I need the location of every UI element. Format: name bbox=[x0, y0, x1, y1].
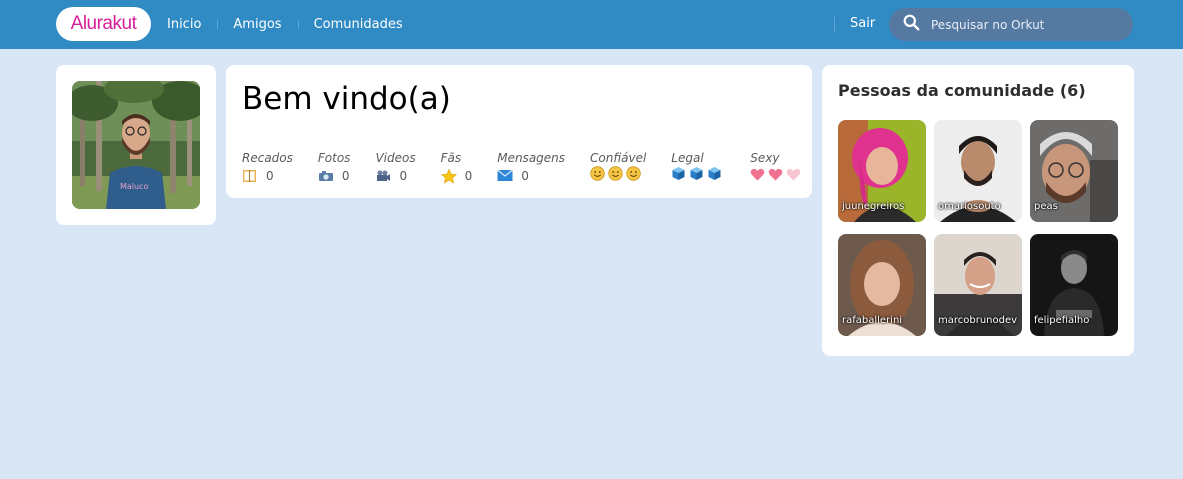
search-box[interactable] bbox=[889, 8, 1133, 41]
nav-amigos-link[interactable]: Amigos bbox=[217, 17, 297, 32]
stat-label: Fotos bbox=[317, 151, 351, 165]
top-bar: Alurakut Inicio Amigos Comunidades Sair bbox=[0, 0, 1183, 49]
person-name: juunegreiros bbox=[842, 201, 905, 212]
rating-sexy[interactable]: Sexy bbox=[750, 151, 804, 184]
stat-mensagens[interactable]: Mensagens 0 bbox=[497, 151, 565, 184]
profile-avatar[interactable]: Maluco bbox=[72, 81, 200, 209]
person-card[interactable]: felipefialho bbox=[1030, 234, 1118, 336]
person-name: peas bbox=[1034, 201, 1058, 212]
stat-value: 0 bbox=[399, 168, 408, 183]
person-card[interactable]: peas bbox=[1030, 120, 1118, 222]
cube-icon bbox=[707, 166, 722, 185]
rating-label: Sexy bbox=[750, 151, 780, 165]
stat-label: Fãs bbox=[440, 151, 462, 165]
smiley-icon bbox=[626, 166, 641, 185]
stat-videos[interactable]: Videos 0 bbox=[375, 151, 415, 184]
heart-icon bbox=[768, 166, 783, 185]
profile-card: Maluco bbox=[56, 65, 216, 225]
svg-text:Maluco: Maluco bbox=[120, 182, 148, 191]
envelope-icon bbox=[497, 169, 514, 183]
person-name: omariosouto bbox=[938, 201, 1001, 212]
person-card[interactable]: omariosouto bbox=[934, 120, 1022, 222]
nav-inicio-link[interactable]: Inicio bbox=[151, 17, 217, 32]
person-name: felipefialho bbox=[1034, 315, 1090, 326]
cube-icon bbox=[689, 166, 704, 185]
alurakut-logo[interactable]: Alurakut bbox=[56, 7, 151, 41]
main-nav: Inicio Amigos Comunidades bbox=[151, 0, 419, 49]
camera-icon bbox=[318, 169, 333, 183]
stat-label: Recados bbox=[242, 151, 293, 165]
rating-confiavel[interactable]: Confiável bbox=[590, 151, 646, 184]
person-name: marcobrunodev bbox=[938, 315, 1018, 326]
stat-value: 0 bbox=[521, 168, 529, 183]
stat-fotos[interactable]: Fotos 0 bbox=[318, 151, 351, 184]
stat-label: Mensagens bbox=[497, 151, 566, 165]
smiley-icon bbox=[608, 166, 623, 185]
stat-label: Videos bbox=[375, 151, 416, 165]
stat-value: 0 bbox=[266, 168, 274, 183]
community-title: Pessoas da comunidade (6) bbox=[838, 81, 1086, 100]
heart-icon bbox=[750, 166, 765, 185]
search-icon[interactable] bbox=[903, 14, 920, 35]
person-card[interactable]: marcobrunodev bbox=[934, 234, 1022, 336]
video-camera-icon bbox=[375, 169, 391, 183]
heart-empty-icon bbox=[786, 166, 801, 185]
person-card[interactable]: rafaballerini bbox=[838, 234, 926, 336]
smiley-icon bbox=[590, 166, 605, 185]
rating-legal[interactable]: Legal bbox=[671, 151, 725, 184]
star-icon bbox=[440, 168, 457, 184]
search-input[interactable] bbox=[931, 17, 1121, 32]
community-people-grid: juunegreiros omariosouto peas rafaballer… bbox=[838, 120, 1118, 336]
nav-divider bbox=[834, 17, 835, 32]
logout-link[interactable]: Sair bbox=[850, 16, 875, 31]
rating-label: Legal bbox=[671, 151, 704, 165]
rating-label: Confiável bbox=[590, 151, 647, 165]
profile-stats: Recados 0 Fotos 0 Videos 0 Fãs 0 Mensage… bbox=[242, 151, 829, 184]
welcome-title: Bem vindo(a) bbox=[242, 81, 451, 117]
stat-recados[interactable]: Recados 0 bbox=[242, 151, 293, 184]
stat-fas[interactable]: Fãs 0 bbox=[440, 151, 473, 184]
cube-icon bbox=[671, 166, 686, 185]
community-card: Pessoas da comunidade (6) juunegreiros o… bbox=[822, 65, 1134, 356]
book-icon bbox=[242, 169, 257, 183]
person-card[interactable]: juunegreiros bbox=[838, 120, 926, 222]
stat-value: 0 bbox=[341, 168, 350, 183]
nav-comunidades-link[interactable]: Comunidades bbox=[297, 17, 419, 32]
stat-value: 0 bbox=[464, 168, 473, 183]
person-name: rafaballerini bbox=[842, 315, 903, 326]
welcome-card: Bem vindo(a) Recados 0 Fotos 0 Videos 0 … bbox=[226, 65, 812, 198]
